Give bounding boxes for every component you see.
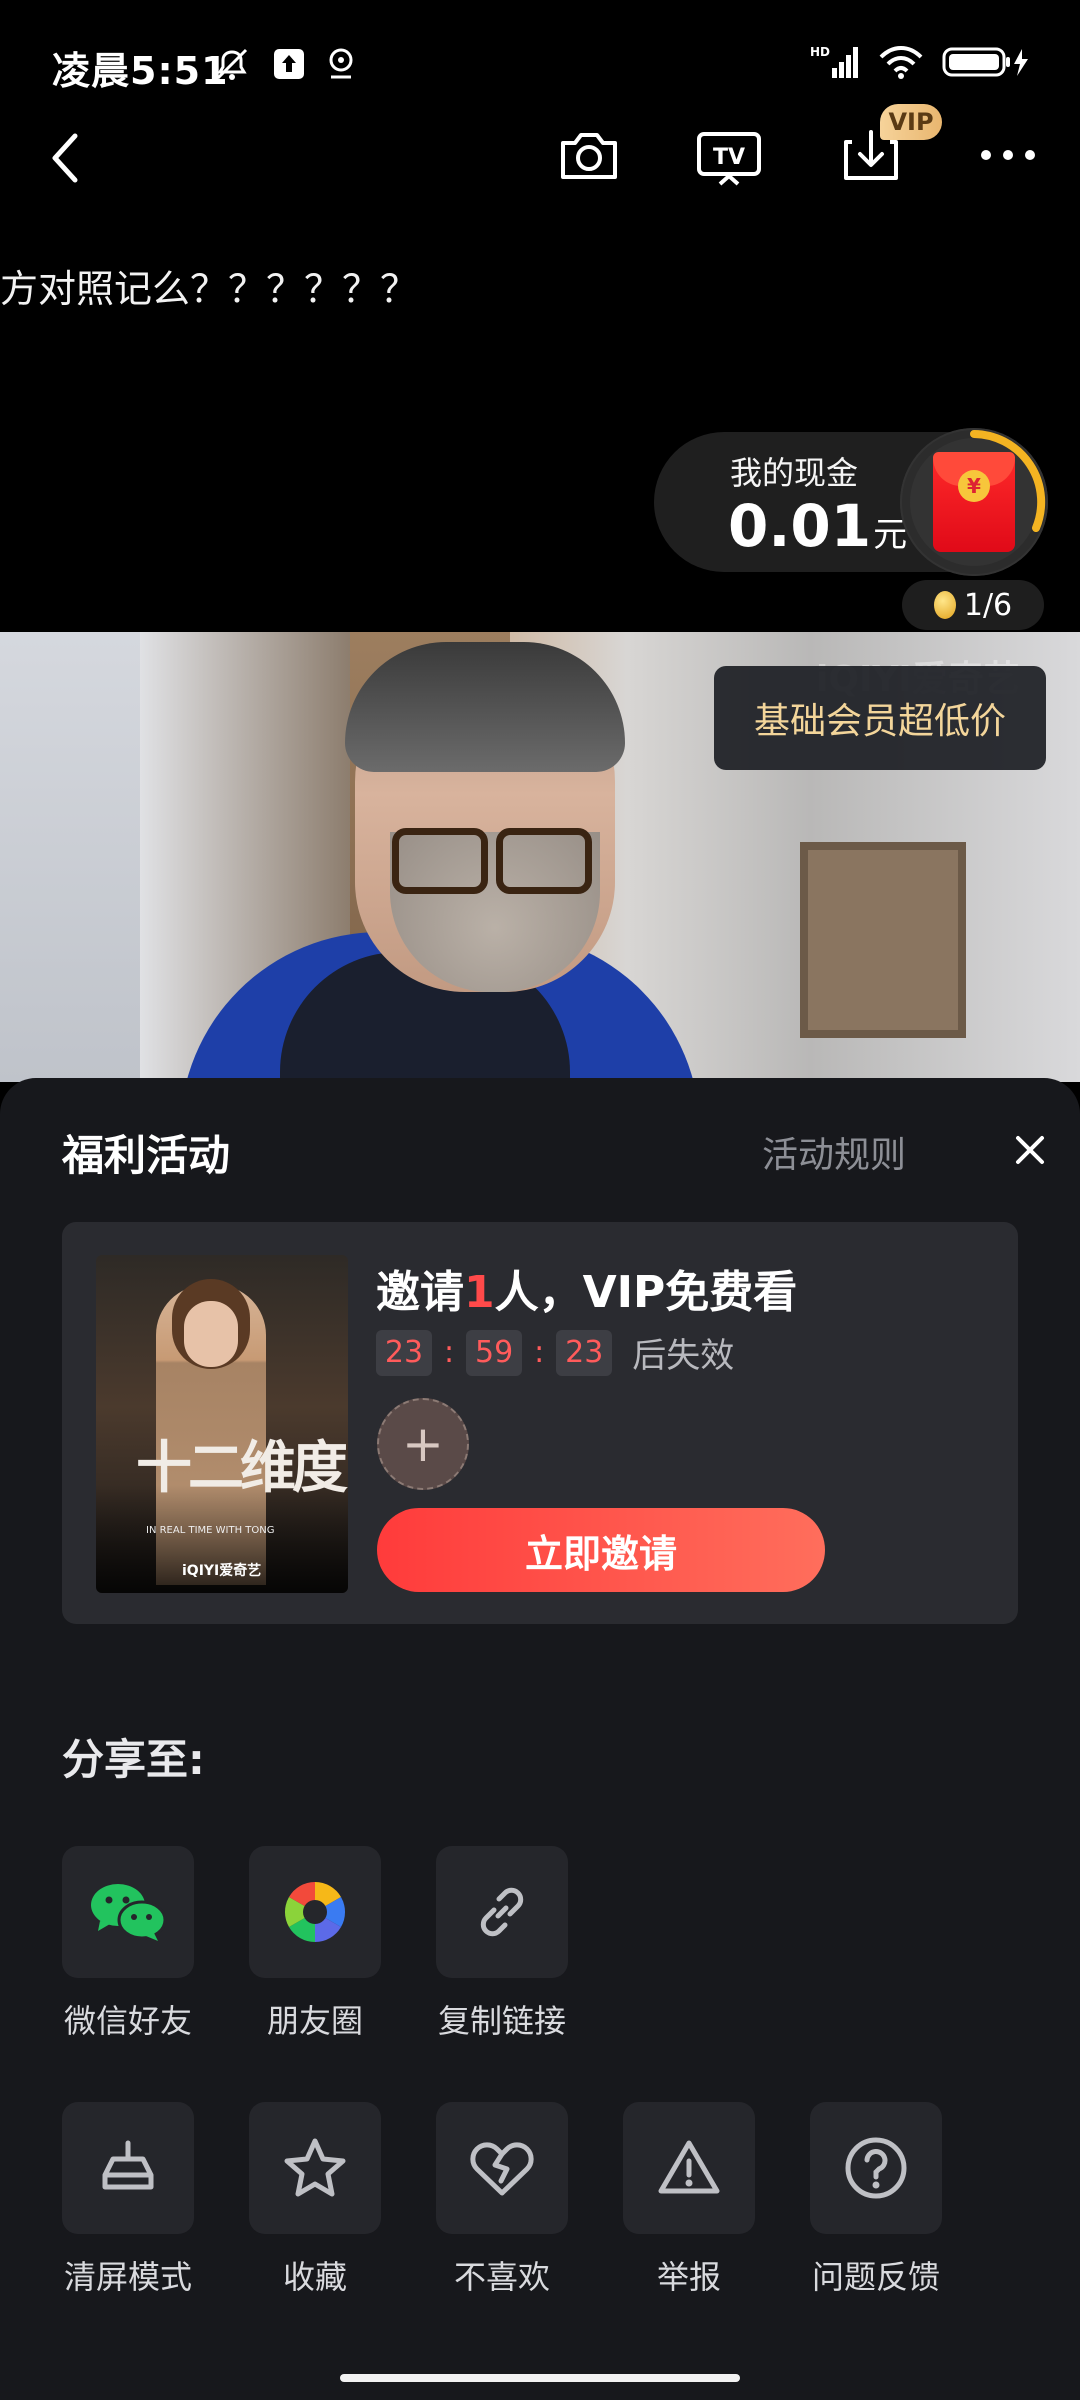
- close-button[interactable]: [1010, 1130, 1050, 1170]
- cash-amount: 0.01元: [728, 492, 907, 560]
- more-button[interactable]: [978, 138, 1038, 172]
- warning-icon: [658, 2140, 720, 2194]
- vip-promo-button[interactable]: 基础会员超低价: [714, 666, 1046, 770]
- danmaku-comment: 方对照记么？？？？？？: [0, 267, 419, 311]
- upload-icon: [272, 47, 306, 85]
- dislike-button[interactable]: [436, 2102, 568, 2234]
- invite-title-suffix: 人，VIP免费看: [494, 1267, 798, 1318]
- star-icon: [284, 2138, 346, 2197]
- mute-icon: [212, 46, 252, 86]
- question-icon: [845, 2137, 907, 2199]
- status-time: 凌晨5:51: [52, 49, 229, 93]
- invite-title: 邀请1人，VIP免费看: [376, 1256, 797, 1320]
- timer-hours: 23: [376, 1329, 432, 1376]
- share-label: 分享至:: [62, 1735, 205, 1784]
- invite-now-button[interactable]: 立即邀请: [377, 1508, 825, 1592]
- close-icon: [1016, 1136, 1044, 1164]
- activity-rules-link[interactable]: 活动规则: [762, 1126, 906, 1178]
- report-button[interactable]: [623, 2102, 755, 2234]
- network-label: HD: [810, 45, 830, 59]
- clear-screen-icon: [102, 2140, 154, 2190]
- coin-progress: 1/6: [902, 580, 1044, 630]
- share-moments-button[interactable]: [249, 1846, 381, 1978]
- favorite-button[interactable]: [249, 2102, 381, 2234]
- timer-suffix: 后失效: [632, 1336, 735, 1376]
- chevron-left-icon: [52, 133, 78, 183]
- more-dots-icon: [981, 150, 1035, 160]
- download-vip-badge: VIP: [880, 104, 942, 140]
- invite-title-prefix: 邀请: [376, 1267, 464, 1318]
- feedback-button[interactable]: [810, 2102, 942, 2234]
- sheet-title: 福利活动: [62, 1131, 231, 1180]
- clear-screen-button[interactable]: [62, 2102, 194, 2234]
- add-invitee-button[interactable]: +: [377, 1398, 469, 1490]
- copy-link-label: 复制链接: [437, 2002, 566, 2040]
- share-moments-label: 朋友圈: [266, 2002, 363, 2040]
- signal-icon: HD: [810, 44, 860, 84]
- yuan-symbol: ¥: [958, 470, 990, 502]
- tv-label: TV: [713, 145, 745, 170]
- poster-subtitle: IN REAL TIME WITH TONG: [146, 1525, 275, 1536]
- timer-minutes: 59: [466, 1329, 523, 1376]
- plus-icon: +: [402, 1415, 444, 1473]
- timer-separator: :: [444, 1335, 455, 1370]
- report-label: 举报: [656, 2258, 721, 2296]
- redpacket-icon: ¥: [933, 452, 1015, 552]
- wifi-icon: [878, 45, 924, 83]
- screenshot-button[interactable]: [556, 126, 622, 186]
- poster-brand: iQIYI爱奇艺: [182, 1563, 262, 1579]
- cast-tv-button[interactable]: TV: [696, 128, 762, 188]
- status-right-icons: HD: [810, 44, 1030, 84]
- share-wechat-label: 微信好友: [63, 2002, 192, 2040]
- back-button[interactable]: [40, 128, 88, 188]
- cash-label: 我的现金: [730, 454, 859, 492]
- camera-icon: [561, 133, 617, 179]
- wechat-icon: [91, 1884, 167, 1941]
- poster-title: 十二维度: [136, 1435, 348, 1501]
- timer-separator: :: [534, 1335, 545, 1370]
- timer-seconds: 23: [556, 1329, 613, 1376]
- dislike-label: 不喜欢: [453, 2258, 550, 2296]
- battery-icon: [942, 45, 1030, 83]
- copy-link-button[interactable]: [436, 1846, 568, 1978]
- tv-cast-icon: TV: [697, 132, 761, 186]
- coin-icon: [933, 591, 956, 619]
- countdown-timer: 23 : 59 : 23 后失效: [376, 1328, 734, 1377]
- share-wechat-button[interactable]: [62, 1846, 194, 1978]
- status-left-icons: [212, 46, 356, 86]
- cash-value: 0.01: [728, 492, 872, 560]
- invite-count: 1: [464, 1267, 495, 1318]
- clear-screen-label: 清屏模式: [63, 2258, 192, 2296]
- feedback-label: 问题反馈: [811, 2258, 940, 2296]
- link-icon: [480, 1887, 524, 1937]
- home-indicator[interactable]: [340, 2374, 740, 2382]
- drama-poster[interactable]: 十二维度 IN REAL TIME WITH TONG iQIYI爱奇艺: [96, 1255, 348, 1593]
- favorite-label: 收藏: [282, 2258, 347, 2296]
- redpacket-button[interactable]: ¥: [900, 428, 1048, 576]
- moments-icon: [284, 1882, 346, 1942]
- coin-progress-text: 1/6: [963, 587, 1013, 623]
- location-icon: [326, 47, 356, 85]
- broken-heart-icon: [470, 2142, 534, 2196]
